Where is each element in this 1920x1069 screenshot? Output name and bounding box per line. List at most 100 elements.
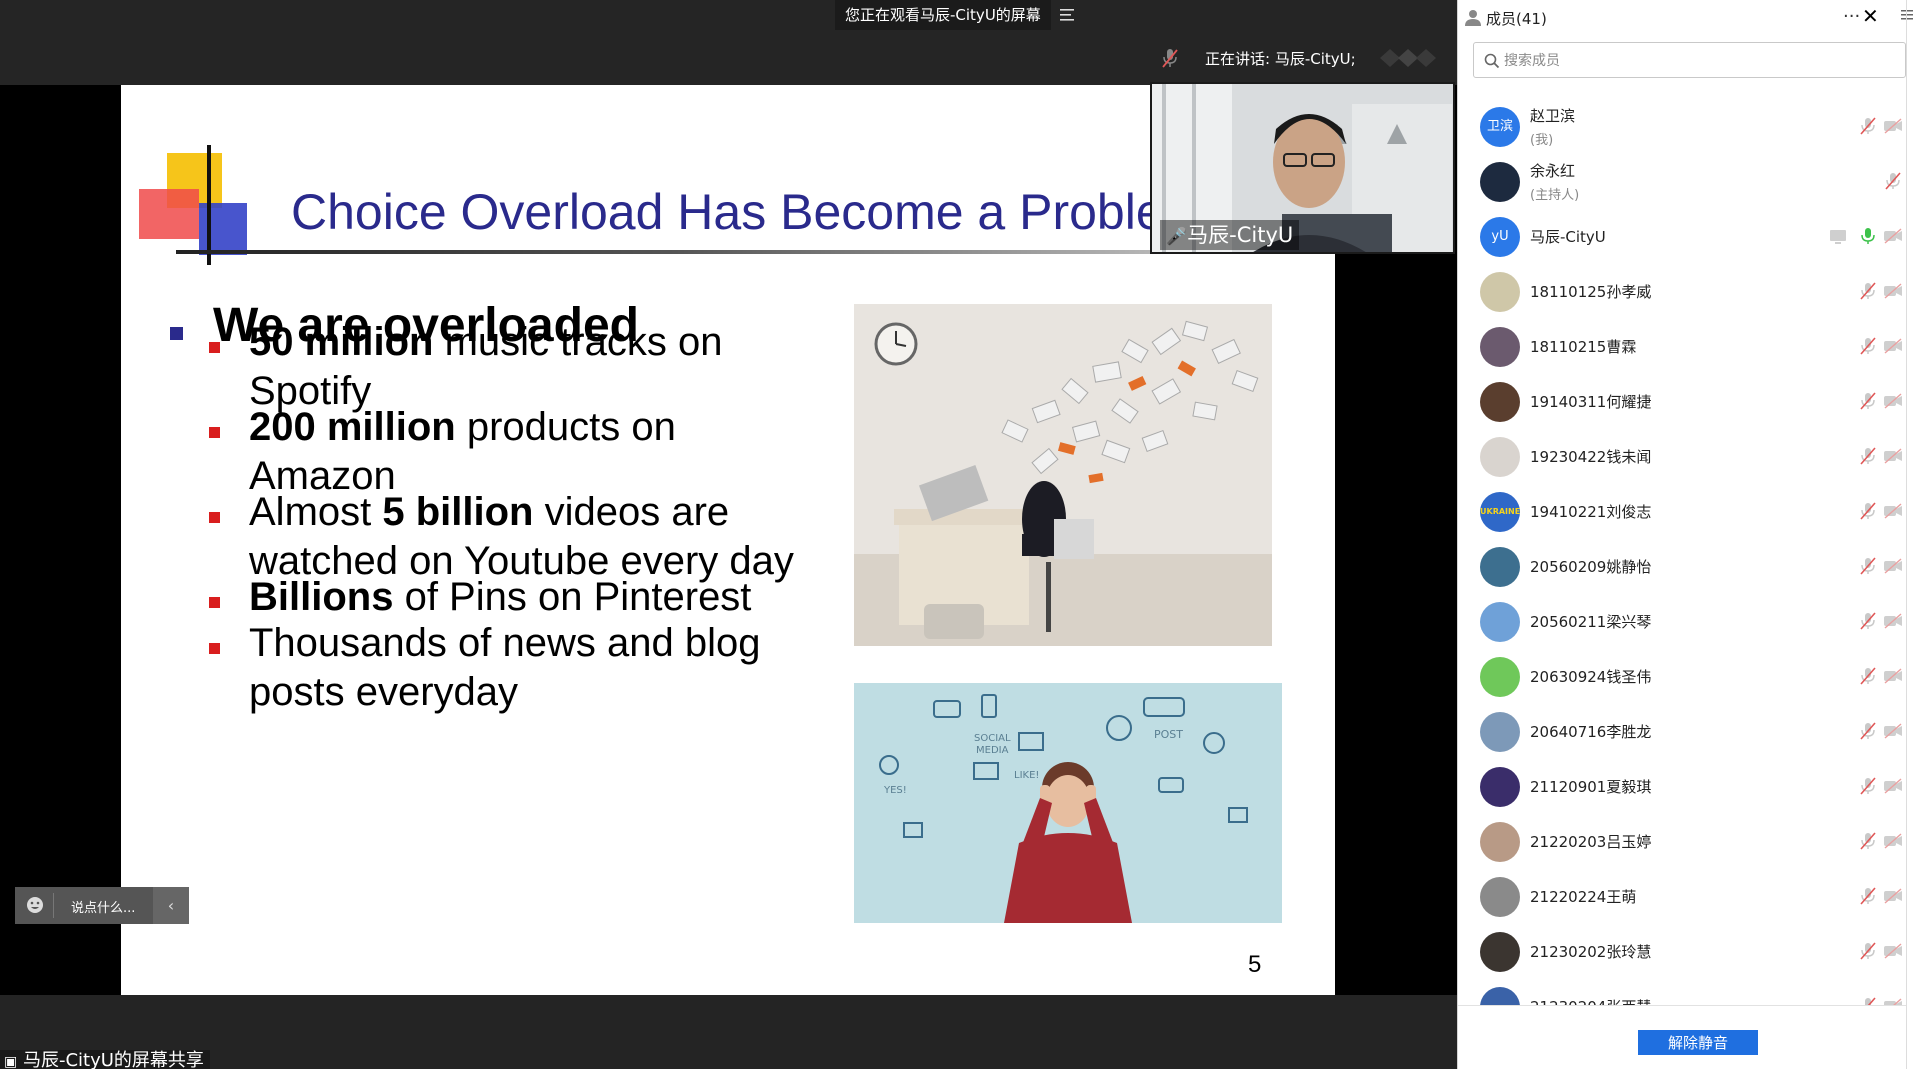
mic-muted-icon[interactable] <box>1858 996 1878 1005</box>
avatar <box>1480 932 1520 972</box>
member-row[interactable]: 20560209姚静怡 <box>1458 539 1906 594</box>
presenter-video-tile[interactable]: 🎤马辰-CityU <box>1150 82 1455 254</box>
member-row[interactable]: 卫滨 赵卫滨 (我) <box>1458 99 1906 154</box>
chat-collapse-chevron-icon[interactable]: ‹ <box>153 887 189 924</box>
mic-muted-icon[interactable] <box>1858 281 1878 301</box>
camera-off-icon[interactable] <box>1883 501 1903 521</box>
member-name: 20560209姚静怡 <box>1530 558 1652 576</box>
main-bullet-marker <box>170 327 183 340</box>
camera-off-icon[interactable] <box>1883 556 1903 576</box>
meeting-stage: 您正在观看马辰-CityU的屏幕 正在讲话: 马辰-CityU; Choice <box>0 0 1457 1069</box>
member-name: 余永红 <box>1530 162 1576 180</box>
person-icon <box>1465 10 1481 26</box>
camera-off-icon[interactable] <box>1883 226 1903 246</box>
unmute-button[interactable]: 解除静音 <box>1638 1030 1758 1055</box>
member-name: 18110125孙孝威 <box>1530 283 1652 301</box>
mic-muted-icon[interactable] <box>1858 886 1878 906</box>
camera-off-icon[interactable] <box>1883 941 1903 961</box>
mic-muted-icon[interactable] <box>1858 446 1878 466</box>
members-panel-title: 成员(41) <box>1486 10 1547 28</box>
camera-off-icon[interactable] <box>1883 721 1903 741</box>
member-row[interactable]: 20630924钱圣伟 <box>1458 649 1906 704</box>
presenter-name-label: 🎤马辰-CityU <box>1160 220 1300 250</box>
camera-off-icon[interactable] <box>1883 391 1903 411</box>
member-row[interactable]: 20640716李胜龙 <box>1458 704 1906 759</box>
member-name: 21220224王萌 <box>1530 888 1637 906</box>
member-name: 19230422钱未闻 <box>1530 448 1652 466</box>
member-row[interactable]: 21220224王萌 <box>1458 869 1906 924</box>
member-search-box[interactable] <box>1473 42 1906 78</box>
member-name: 马辰-CityU <box>1530 228 1606 246</box>
chat-divider <box>53 893 54 918</box>
member-row[interactable]: 21230202张玲慧 <box>1458 924 1906 979</box>
social-word-yes: YES! <box>883 785 907 796</box>
camera-off-icon[interactable] <box>1883 831 1903 851</box>
camera-off-icon[interactable] <box>1883 611 1903 631</box>
avatar <box>1480 602 1520 642</box>
avatar <box>1480 547 1520 587</box>
mic-muted-icon[interactable] <box>1858 721 1878 741</box>
mic-muted-icon[interactable] <box>1858 391 1878 411</box>
members-panel: 成员(41) ··· ✕ 卫滨赵卫滨 (我) 余永红 (主持人) yU 马辰-CityU 1… <box>1457 0 1920 1069</box>
member-row[interactable]: yU 马辰-CityU <box>1458 209 1906 264</box>
panel-menu-icon[interactable] <box>1899 7 1915 23</box>
member-name: 21120901夏毅琪 <box>1530 778 1652 796</box>
camera-off-icon[interactable] <box>1883 116 1903 136</box>
member-row[interactable]: 18110215曹霖 <box>1458 319 1906 374</box>
camera-off-icon[interactable] <box>1883 336 1903 356</box>
member-row[interactable]: 21230204张西慧 <box>1458 979 1906 1005</box>
mic-muted-icon[interactable] <box>1858 941 1878 961</box>
bullet-text: Thousands of news and blog posts everyda… <box>249 621 761 714</box>
slide-decoration-logo <box>139 145 247 265</box>
member-row[interactable]: 余永红 (主持人) <box>1458 154 1906 209</box>
camera-off-icon[interactable] <box>1883 886 1903 906</box>
avatar <box>1480 877 1520 917</box>
bullet-bold: 5 billion <box>382 490 534 534</box>
member-name: 21230202张玲慧 <box>1530 943 1652 961</box>
chat-placeholder[interactable]: 说点什么... <box>71 897 135 916</box>
camera-off-icon[interactable] <box>1883 281 1903 301</box>
member-row[interactable]: 19140311何耀捷 <box>1458 374 1906 429</box>
share-mic-icon: ▣ <box>4 1054 18 1069</box>
mic-icon[interactable] <box>1858 226 1878 246</box>
current-speaker-label: 正在讲话: 马辰-CityU; <box>1205 50 1356 68</box>
menu-icon[interactable] <box>1058 6 1076 24</box>
mic-muted-icon[interactable] <box>1858 666 1878 686</box>
member-row[interactable]: 18110125孙孝威 <box>1458 264 1906 319</box>
mic-muted-icon[interactable] <box>1883 171 1903 191</box>
network-signal-icon <box>1380 49 1436 67</box>
member-row[interactable]: 21220203吕玉婷 <box>1458 814 1906 869</box>
bullet-text: 50 million music tracks on Spotify <box>249 320 723 413</box>
member-name: 20640716李胜龙 <box>1530 723 1652 741</box>
member-row[interactable]: UKRAINE 19410221刘俊志 <box>1458 484 1906 539</box>
watching-screen-title: 您正在观看马辰-CityU的屏幕 <box>835 0 1051 30</box>
mic-muted-icon[interactable] <box>1858 336 1878 356</box>
member-row[interactable]: 21120901夏毅琪 <box>1458 759 1906 814</box>
member-search-input[interactable] <box>1504 49 1894 71</box>
mic-muted-icon[interactable] <box>1858 611 1878 631</box>
mic-muted-icon[interactable] <box>1858 776 1878 796</box>
bullet-text: Billions of Pins on Pinterest <box>249 575 752 619</box>
bullet-marker <box>209 597 220 608</box>
chat-input-bar[interactable]: 说点什么... ‹ <box>15 887 189 924</box>
close-icon[interactable]: ✕ <box>1862 4 1879 28</box>
camera-off-icon[interactable] <box>1883 996 1903 1005</box>
more-options-icon[interactable]: ··· <box>1843 6 1860 27</box>
avatar <box>1480 822 1520 862</box>
member-row[interactable]: 19230422钱未闻 <box>1458 429 1906 484</box>
camera-off-icon[interactable] <box>1883 446 1903 466</box>
member-name: 20630924钱圣伟 <box>1530 668 1652 686</box>
avatar: 卫滨 <box>1480 107 1520 147</box>
bullet-marker <box>209 643 220 654</box>
mic-muted-icon[interactable] <box>1858 501 1878 521</box>
members-panel-header: 成员(41) ··· ✕ <box>1458 0 1920 36</box>
mic-muted-icon[interactable] <box>1858 556 1878 576</box>
emoji-icon[interactable] <box>25 895 45 915</box>
social-media-overload-image: SOCIAL MEDIA POST YES! LIKE! <box>854 683 1282 923</box>
mic-muted-icon[interactable] <box>1858 831 1878 851</box>
speaking-mic-icon <box>1162 49 1178 68</box>
camera-off-icon[interactable] <box>1883 666 1903 686</box>
mic-muted-icon[interactable] <box>1858 116 1878 136</box>
camera-off-icon[interactable] <box>1883 776 1903 796</box>
member-row[interactable]: 20560211梁兴琴 <box>1458 594 1906 649</box>
